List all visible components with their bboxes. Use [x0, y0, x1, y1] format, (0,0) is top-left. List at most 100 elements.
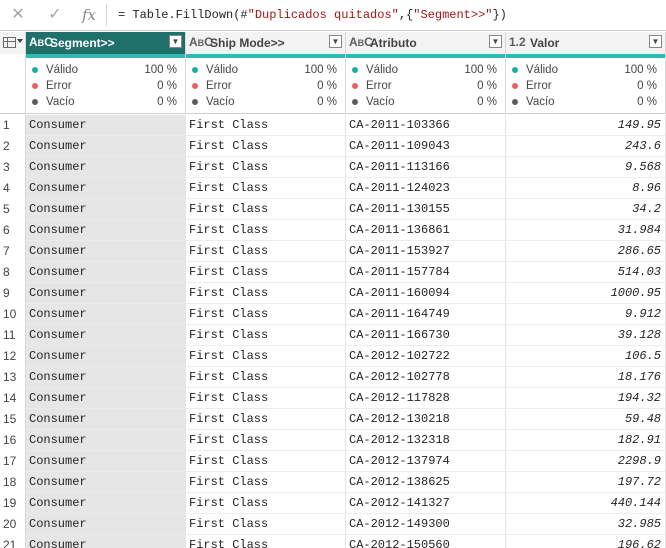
- table-cell[interactable]: CA-2012-117828: [346, 388, 506, 409]
- row-number[interactable]: 5: [0, 199, 26, 220]
- table-cell[interactable]: 196.62: [506, 535, 666, 548]
- table-cell[interactable]: Consumer: [26, 451, 186, 472]
- table-cell[interactable]: Consumer: [26, 283, 186, 304]
- table-cell[interactable]: First Class: [186, 178, 346, 199]
- table-cell[interactable]: 149.95: [506, 115, 666, 136]
- table-cell[interactable]: CA-2011-124023: [346, 178, 506, 199]
- table-cell[interactable]: CA-2012-102778: [346, 367, 506, 388]
- table-cell[interactable]: First Class: [186, 472, 346, 493]
- table-cell[interactable]: CA-2011-160094: [346, 283, 506, 304]
- table-cell[interactable]: Consumer: [26, 136, 186, 157]
- table-cell[interactable]: 9.568: [506, 157, 666, 178]
- formula-input[interactable]: = Table.FillDown(#"Duplicados quitados",…: [118, 8, 507, 22]
- table-cell[interactable]: Consumer: [26, 472, 186, 493]
- table-cell[interactable]: Consumer: [26, 262, 186, 283]
- table-cell[interactable]: Consumer: [26, 430, 186, 451]
- table-cell[interactable]: First Class: [186, 157, 346, 178]
- table-cell[interactable]: 39.128: [506, 325, 666, 346]
- decimal-type-icon[interactable]: 1.2: [509, 35, 526, 49]
- table-cell[interactable]: 31.984: [506, 220, 666, 241]
- filter-dropdown-icon[interactable]: ▼: [329, 35, 342, 48]
- table-menu-button[interactable]: [0, 32, 26, 54]
- table-cell[interactable]: Consumer: [26, 241, 186, 262]
- row-number[interactable]: 1: [0, 115, 26, 136]
- table-cell[interactable]: First Class: [186, 367, 346, 388]
- row-number[interactable]: 7: [0, 241, 26, 262]
- table-cell[interactable]: 34.2: [506, 199, 666, 220]
- table-cell[interactable]: First Class: [186, 304, 346, 325]
- row-number[interactable]: 18: [0, 472, 26, 493]
- table-cell[interactable]: Consumer: [26, 304, 186, 325]
- close-icon[interactable]: ✕: [7, 5, 29, 25]
- filter-dropdown-icon[interactable]: ▼: [169, 35, 182, 48]
- table-cell[interactable]: 514.03: [506, 262, 666, 283]
- table-cell[interactable]: First Class: [186, 409, 346, 430]
- table-cell[interactable]: First Class: [186, 493, 346, 514]
- table-cell[interactable]: Consumer: [26, 115, 186, 136]
- table-cell[interactable]: CA-2012-141327: [346, 493, 506, 514]
- table-cell[interactable]: First Class: [186, 136, 346, 157]
- table-cell[interactable]: First Class: [186, 241, 346, 262]
- table-cell[interactable]: First Class: [186, 262, 346, 283]
- table-cell[interactable]: CA-2011-153927: [346, 241, 506, 262]
- table-cell[interactable]: CA-2011-166730: [346, 325, 506, 346]
- table-cell[interactable]: First Class: [186, 283, 346, 304]
- table-cell[interactable]: Consumer: [26, 493, 186, 514]
- table-cell[interactable]: First Class: [186, 325, 346, 346]
- row-number[interactable]: 14: [0, 388, 26, 409]
- table-cell[interactable]: Consumer: [26, 535, 186, 548]
- row-number[interactable]: 17: [0, 451, 26, 472]
- column-header[interactable]: ABC Segment>> ▼: [26, 32, 186, 54]
- table-cell[interactable]: CA-2012-150560: [346, 535, 506, 548]
- table-cell[interactable]: 194.32: [506, 388, 666, 409]
- table-cell[interactable]: CA-2011-164749: [346, 304, 506, 325]
- table-cell[interactable]: First Class: [186, 199, 346, 220]
- table-cell[interactable]: First Class: [186, 388, 346, 409]
- row-number[interactable]: 9: [0, 283, 26, 304]
- table-cell[interactable]: First Class: [186, 535, 346, 548]
- column-header[interactable]: ABC Ship Mode>> ▼: [186, 32, 346, 54]
- row-number[interactable]: 2: [0, 136, 26, 157]
- row-number[interactable]: 12: [0, 346, 26, 367]
- table-cell[interactable]: CA-2011-130155: [346, 199, 506, 220]
- table-cell[interactable]: First Class: [186, 346, 346, 367]
- table-cell[interactable]: First Class: [186, 220, 346, 241]
- table-cell[interactable]: 243.6: [506, 136, 666, 157]
- table-cell[interactable]: 440.144: [506, 493, 666, 514]
- table-cell[interactable]: CA-2012-138625: [346, 472, 506, 493]
- table-cell[interactable]: First Class: [186, 451, 346, 472]
- table-cell[interactable]: CA-2011-113166: [346, 157, 506, 178]
- row-number[interactable]: 20: [0, 514, 26, 535]
- table-cell[interactable]: 2298.9: [506, 451, 666, 472]
- table-cell[interactable]: 182.91: [506, 430, 666, 451]
- row-number[interactable]: 19: [0, 493, 26, 514]
- row-number[interactable]: 8: [0, 262, 26, 283]
- table-cell[interactable]: Consumer: [26, 388, 186, 409]
- table-cell[interactable]: CA-2012-137974: [346, 451, 506, 472]
- check-icon[interactable]: ✓: [44, 5, 66, 25]
- table-cell[interactable]: Consumer: [26, 325, 186, 346]
- table-cell[interactable]: CA-2011-157784: [346, 262, 506, 283]
- table-cell[interactable]: Consumer: [26, 157, 186, 178]
- table-cell[interactable]: First Class: [186, 430, 346, 451]
- table-cell[interactable]: Consumer: [26, 220, 186, 241]
- table-cell[interactable]: Consumer: [26, 514, 186, 535]
- table-cell[interactable]: Consumer: [26, 178, 186, 199]
- table-cell[interactable]: 59.48: [506, 409, 666, 430]
- row-number[interactable]: 6: [0, 220, 26, 241]
- row-number[interactable]: 16: [0, 430, 26, 451]
- row-number[interactable]: 10: [0, 304, 26, 325]
- table-cell[interactable]: CA-2012-132318: [346, 430, 506, 451]
- table-cell[interactable]: 1000.95: [506, 283, 666, 304]
- row-number[interactable]: 13: [0, 367, 26, 388]
- table-cell[interactable]: CA-2012-102722: [346, 346, 506, 367]
- row-number[interactable]: 21: [0, 535, 26, 548]
- table-cell[interactable]: Consumer: [26, 409, 186, 430]
- table-cell[interactable]: First Class: [186, 115, 346, 136]
- table-cell[interactable]: Consumer: [26, 367, 186, 388]
- row-number[interactable]: 11: [0, 325, 26, 346]
- table-cell[interactable]: 8.96: [506, 178, 666, 199]
- column-header[interactable]: 1.2 Valor ▼: [506, 32, 666, 54]
- table-cell[interactable]: Consumer: [26, 346, 186, 367]
- table-cell[interactable]: Consumer: [26, 199, 186, 220]
